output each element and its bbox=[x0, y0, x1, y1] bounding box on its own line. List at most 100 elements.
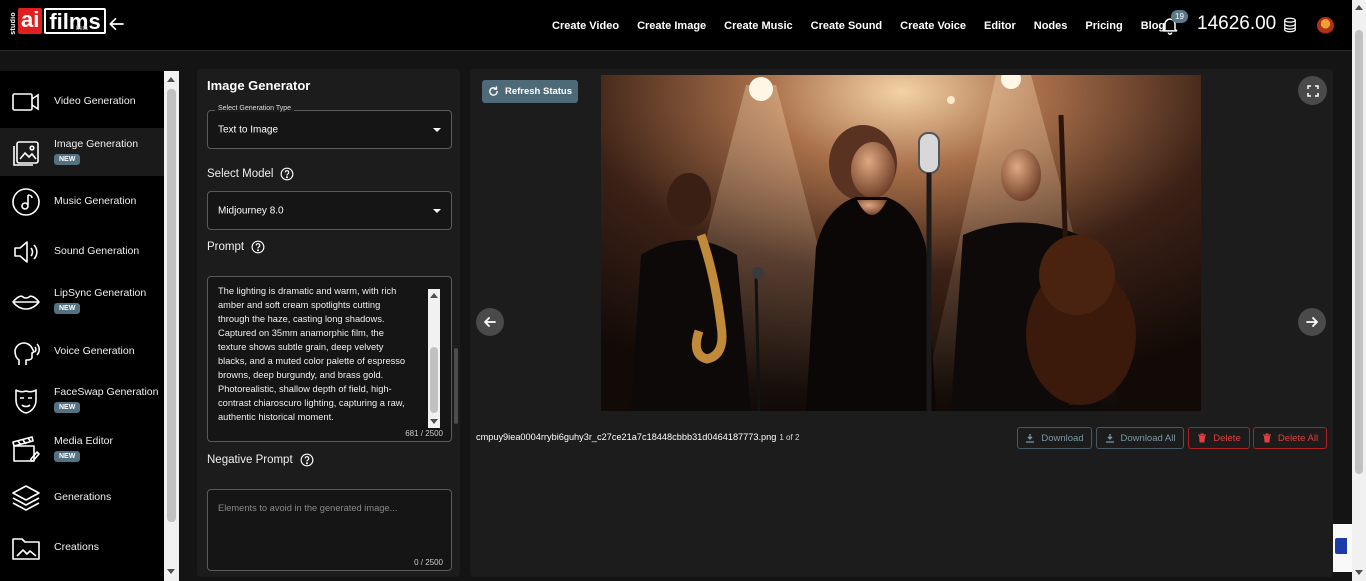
sidebar-item-music-generation[interactable]: Music Generation bbox=[0, 177, 164, 225]
back-arrow-icon[interactable] bbox=[108, 15, 126, 33]
arrow-right-icon bbox=[1306, 317, 1318, 327]
sidebar-item-media-editor[interactable]: Media Editor NEW bbox=[0, 425, 164, 473]
negative-prompt-textarea[interactable]: Elements to avoid in the generated image… bbox=[207, 489, 452, 571]
model-value: Midjourney 8.0 bbox=[218, 205, 284, 216]
prompt-line: browns, deep burgundy, and brass gold. bbox=[218, 370, 384, 380]
delete-button[interactable]: Delete bbox=[1188, 427, 1250, 449]
sidebar-item-image-generation[interactable]: Image Generation NEW bbox=[0, 128, 164, 176]
generated-image[interactable] bbox=[601, 75, 1201, 411]
image-filename: cmpuy9iea0004rrybi6guhy3r_c27ce21a7c1844… bbox=[476, 432, 799, 442]
download-all-label: Download All bbox=[1120, 432, 1176, 444]
prompt-line: through the haze, casting long shadows. bbox=[218, 314, 385, 324]
prompt-scroll-down-icon[interactable] bbox=[430, 419, 438, 424]
sidebar-item-sound-generation[interactable]: Sound Generation bbox=[0, 227, 164, 275]
sidebar-item-video-generation[interactable]: Video Generation bbox=[0, 77, 164, 125]
logo-beta-label: beta bbox=[76, 26, 88, 32]
speaker-icon bbox=[14, 241, 38, 263]
user-avatar[interactable] bbox=[1317, 17, 1334, 34]
sidebar-item-label: LipSync Generation bbox=[54, 287, 147, 299]
page-scroll-up-icon[interactable] bbox=[1355, 5, 1363, 10]
recaptcha-icon bbox=[1335, 538, 1347, 554]
prompt-textarea[interactable]: The lighting is dramatic and warm, with … bbox=[207, 276, 452, 442]
sidebar-item-voice-generation[interactable]: Voice Generation bbox=[0, 327, 164, 375]
refresh-status-button[interactable]: Refresh Status bbox=[482, 80, 578, 103]
help-circle-icon[interactable] bbox=[280, 167, 294, 181]
nav-create-voice[interactable]: Create Voice bbox=[900, 20, 966, 32]
mask-icon bbox=[15, 389, 37, 414]
prompt-scroll-up-icon[interactable] bbox=[430, 293, 438, 298]
prompt-scroll-thumb[interactable] bbox=[430, 347, 438, 413]
sidebar-item-label: Voice Generation bbox=[54, 345, 135, 357]
chevron-down-icon bbox=[433, 128, 441, 132]
trash-icon bbox=[1198, 433, 1207, 443]
sidebar-item-generations[interactable]: Generations bbox=[0, 473, 164, 521]
sidebar-item-label: Generations bbox=[54, 491, 112, 503]
sidebar-scrollbar[interactable] bbox=[164, 71, 179, 581]
chevron-down-icon bbox=[433, 209, 441, 213]
sidebar-item-label: FaceSwap Generation bbox=[54, 386, 159, 398]
nav-create-sound[interactable]: Create Sound bbox=[811, 20, 883, 32]
new-badge: NEW bbox=[54, 154, 81, 165]
prompt-scrollbar[interactable] bbox=[428, 289, 440, 428]
generation-type-label: Select Generation Type bbox=[215, 105, 295, 112]
download-button[interactable]: Download bbox=[1017, 427, 1092, 449]
download-all-button[interactable]: Download All bbox=[1096, 427, 1184, 449]
layers-icon bbox=[12, 485, 40, 511]
nav-create-video[interactable]: Create Video bbox=[552, 20, 619, 32]
prompt-line: amber and soft cream spotlights cutting bbox=[218, 300, 381, 310]
negative-prompt-char-counter: 0 / 2500 bbox=[414, 558, 443, 567]
sidebar-item-faceswap-generation[interactable]: FaceSwap Generation NEW bbox=[0, 376, 164, 424]
sidebar-scroll-down-icon[interactable] bbox=[167, 569, 175, 574]
download-icon bbox=[1105, 434, 1114, 443]
notification-count-badge: 19 bbox=[1171, 10, 1188, 23]
generation-type-select[interactable]: Select Generation Type Text to Image bbox=[207, 105, 452, 149]
previous-image-button[interactable] bbox=[476, 308, 504, 336]
refresh-icon bbox=[489, 86, 498, 96]
page-scroll-thumb[interactable] bbox=[1355, 30, 1363, 474]
recaptcha-badge[interactable] bbox=[1333, 524, 1352, 572]
form-panel-scrollbar[interactable] bbox=[454, 348, 458, 424]
next-image-button[interactable] bbox=[1298, 308, 1326, 336]
page-scrollbar[interactable] bbox=[1352, 0, 1366, 581]
new-badge: NEW bbox=[54, 303, 81, 314]
refresh-status-label: Refresh Status bbox=[504, 86, 573, 97]
prompt-line: Photorealistic, shallow depth of field, … bbox=[218, 384, 392, 394]
logo-studio-text: studio bbox=[10, 12, 17, 35]
prompt-label: Prompt bbox=[207, 241, 245, 253]
lips-icon bbox=[12, 295, 40, 310]
sidebar: Video Generation Image Generation NEW Mu… bbox=[0, 71, 164, 581]
page-scroll-down-icon[interactable] bbox=[1355, 570, 1363, 575]
download-label: Download bbox=[1041, 432, 1084, 444]
negative-prompt-label: Negative Prompt bbox=[207, 454, 293, 466]
nav-pricing[interactable]: Pricing bbox=[1085, 20, 1122, 32]
delete-label: Delete bbox=[1213, 432, 1241, 444]
sidebar-item-label: Sound Generation bbox=[54, 245, 140, 257]
nav-nodes[interactable]: Nodes bbox=[1034, 20, 1068, 32]
generation-type-value: Text to Image bbox=[218, 124, 279, 135]
nav-create-image[interactable]: Create Image bbox=[637, 20, 706, 32]
prompt-text: The lighting is dramatic and warm, with … bbox=[218, 286, 426, 433]
sidebar-item-label: Media Editor bbox=[54, 435, 113, 447]
sidebar-item-lipsync-generation[interactable]: LipSync Generation NEW bbox=[0, 277, 164, 325]
sidebar-item-creations[interactable]: Creations bbox=[0, 523, 164, 571]
help-circle-icon[interactable] bbox=[300, 453, 314, 467]
preview-panel: Refresh Status cmpuy9iea0004rrybi6guhy3r… bbox=[470, 69, 1333, 577]
prompt-heading: Prompt bbox=[207, 240, 265, 254]
panel-title: Image Generator bbox=[207, 78, 311, 93]
trash-icon bbox=[1262, 433, 1271, 443]
sidebar-scroll-thumb[interactable] bbox=[167, 89, 176, 522]
nav-create-music[interactable]: Create Music bbox=[724, 20, 792, 32]
nav-editor[interactable]: Editor bbox=[984, 20, 1016, 32]
sidebar-item-label: Image Generation bbox=[54, 138, 139, 150]
voice-head-icon bbox=[14, 342, 40, 365]
new-badge: NEW bbox=[54, 451, 81, 462]
fullscreen-button[interactable] bbox=[1298, 76, 1327, 105]
help-circle-icon[interactable] bbox=[251, 240, 265, 254]
sidebar-item-label: Music Generation bbox=[54, 195, 137, 207]
model-select[interactable]: Midjourney 8.0 bbox=[207, 191, 452, 230]
sidebar-item-label: Creations bbox=[54, 541, 99, 553]
sidebar-scroll-up-icon[interactable] bbox=[167, 77, 175, 82]
delete-all-button[interactable]: Delete All bbox=[1253, 427, 1327, 449]
brand-logo[interactable]: studio ai films bbox=[10, 8, 106, 42]
negative-prompt-heading: Negative Prompt bbox=[207, 453, 314, 467]
